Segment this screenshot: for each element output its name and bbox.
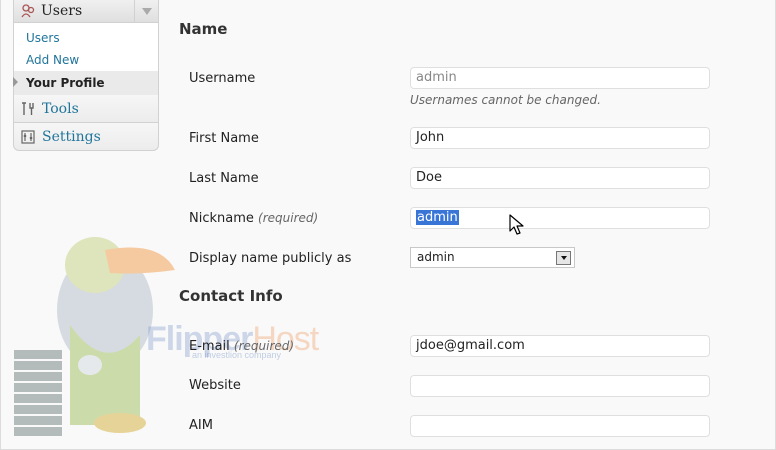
- name-section-heading: Name: [179, 20, 228, 38]
- collapse-toggle[interactable]: [134, 0, 158, 22]
- submenu-item-add-new[interactable]: Add New: [14, 49, 158, 71]
- username-label: Username: [189, 71, 256, 86]
- aim-label: AIM: [189, 418, 213, 433]
- dropdown-arrow-icon: [556, 251, 571, 265]
- email-label-text: E-mail: [189, 339, 230, 354]
- submenu-item-users[interactable]: Users: [14, 27, 158, 49]
- current-indicator-icon: [13, 77, 18, 87]
- last-name-label: Last Name: [189, 171, 259, 186]
- menu-settings-label: Settings: [42, 128, 101, 145]
- email-required-note: (required): [233, 339, 295, 353]
- tools-icon: [20, 101, 36, 117]
- menu-users-header[interactable]: Users: [13, 0, 159, 23]
- email-label: E-mail (required): [189, 339, 294, 354]
- nickname-label: Nickname (required): [189, 211, 318, 226]
- submenu-item-your-profile[interactable]: Your Profile: [13, 71, 158, 95]
- users-icon: [20, 3, 36, 19]
- menu-tools[interactable]: Tools: [13, 95, 159, 123]
- email-field[interactable]: jdoe@gmail.com: [410, 335, 710, 357]
- aim-field[interactable]: [410, 415, 710, 437]
- website-label: Website: [189, 378, 241, 393]
- chevron-down-icon: [141, 7, 152, 15]
- menu-users-label: Users: [41, 3, 83, 19]
- nickname-label-text: Nickname: [189, 211, 254, 226]
- username-field[interactable]: admin: [410, 67, 710, 89]
- nickname-field[interactable]: admin: [410, 207, 710, 229]
- display-name-selected-value: admin: [417, 250, 455, 264]
- display-name-label: Display name publicly as: [189, 251, 352, 266]
- settings-icon: [20, 129, 36, 145]
- admin-sidebar-menu: Users Users Add New Your Profile Tools S…: [13, 0, 159, 151]
- last-name-field[interactable]: Doe: [410, 167, 710, 189]
- users-submenu: Users Add New Your Profile: [13, 23, 159, 95]
- username-hint: Usernames cannot be changed.: [410, 93, 601, 107]
- contact-info-heading: Contact Info: [179, 287, 283, 305]
- nickname-required-note: (required): [258, 211, 319, 225]
- first-name-field[interactable]: John: [410, 127, 710, 149]
- first-name-label: First Name: [189, 131, 259, 146]
- menu-tools-label: Tools: [42, 100, 79, 117]
- submenu-item-your-profile-label: Your Profile: [26, 76, 105, 90]
- display-name-select[interactable]: admin: [410, 247, 575, 268]
- nickname-selected-text: admin: [416, 210, 459, 225]
- menu-settings[interactable]: Settings: [13, 123, 159, 151]
- website-field[interactable]: [410, 375, 710, 397]
